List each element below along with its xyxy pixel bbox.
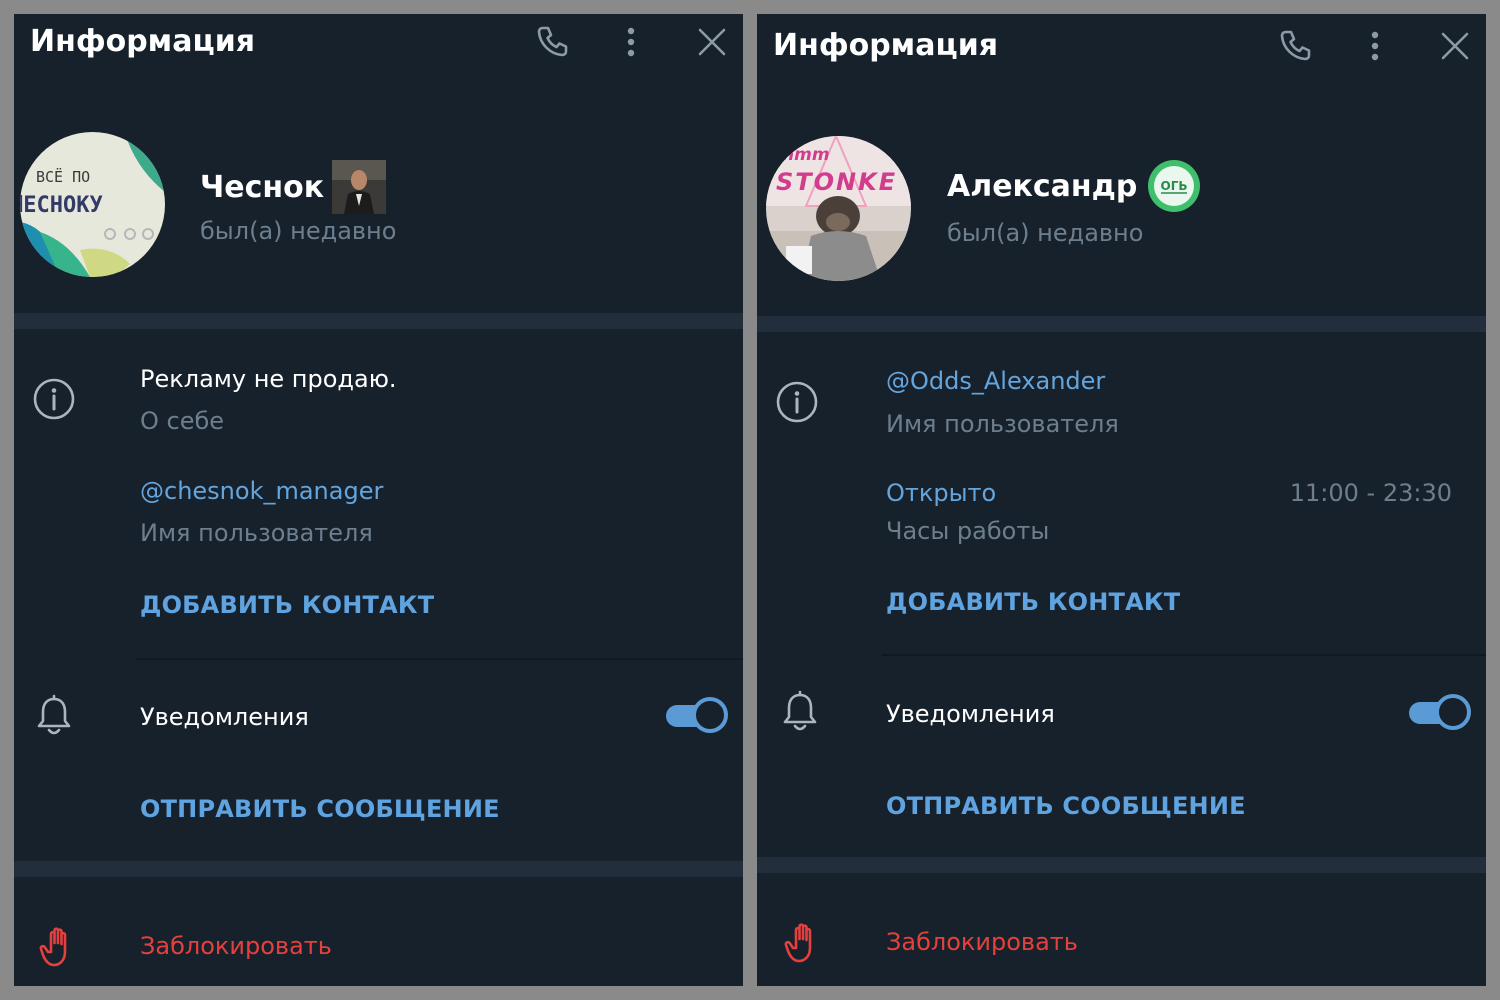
notifications-toggle[interactable] — [1409, 694, 1471, 730]
info-icon — [775, 380, 819, 424]
profile-name: Александр — [947, 168, 1138, 204]
section-separator — [757, 857, 1486, 873]
avatar-text-top: ВСЁ ПО — [36, 167, 90, 186]
avatar-text-bottom: STONKE — [776, 168, 897, 196]
more-vertical-icon[interactable] — [611, 22, 651, 62]
last-seen-status: был(а) недавно — [200, 217, 397, 245]
bell-icon — [780, 690, 820, 734]
notifications-label: Уведомления — [886, 700, 1055, 728]
business-hours-label: Часы работы — [886, 517, 1050, 545]
name-row: Александр ОГЬ — [947, 159, 1201, 213]
about-value: Рекламу не продаю. — [140, 365, 397, 393]
divider — [882, 654, 1486, 656]
close-icon[interactable] — [1435, 26, 1475, 66]
profile-name: Чеснок — [200, 169, 325, 205]
notifications-toggle[interactable] — [666, 697, 728, 733]
name-row: Чеснок — [200, 160, 387, 214]
toggle-knob — [1435, 694, 1471, 730]
username-label: Имя пользователя — [140, 519, 373, 547]
emoji-status-icon[interactable] — [332, 160, 387, 214]
phone-icon[interactable] — [532, 22, 572, 62]
last-seen-status: был(а) недавно — [947, 219, 1144, 247]
avatar-text-bottom: ЧЕСНОКУ — [20, 193, 103, 218]
toggle-knob — [692, 697, 728, 733]
send-message-button[interactable]: ОТПРАВИТЬ СООБЩЕНИЕ — [886, 792, 1246, 820]
panel-title: Информация — [30, 24, 255, 59]
info-icon — [32, 377, 76, 421]
more-vertical-icon[interactable] — [1355, 26, 1395, 66]
add-contact-button[interactable]: ДОБАВИТЬ КОНТАКТ — [140, 591, 434, 619]
hand-stop-icon[interactable] — [38, 924, 78, 968]
left-profile-panel: Информация ВСЁ ПО ЧЕСНОКУ — [14, 14, 743, 986]
bell-icon — [34, 694, 74, 738]
profile-header: ВСЁ ПО ЧЕСНОКУ Чеснок был(а) недавно — [14, 114, 743, 314]
username-label: Имя пользователя — [886, 410, 1119, 438]
panel-header: Информация — [757, 14, 1486, 94]
avatar[interactable]: ВСЁ ПО ЧЕСНОКУ — [20, 132, 165, 277]
business-hours-status[interactable]: Открыто — [886, 479, 996, 507]
send-message-button[interactable]: ОТПРАВИТЬ СООБЩЕНИЕ — [140, 795, 500, 823]
business-hours-range: 11:00 - 23:30 — [1289, 479, 1452, 507]
emoji-status-icon[interactable]: ОГЬ — [1147, 159, 1201, 213]
panel-title: Информация — [773, 28, 998, 63]
divider — [136, 658, 743, 660]
phone-icon[interactable] — [1275, 26, 1315, 66]
block-user-button[interactable]: Заблокировать — [140, 932, 332, 960]
about-label: О себе — [140, 407, 225, 435]
avatar-text-top: hmm — [782, 145, 830, 165]
panel-header: Информация — [14, 14, 743, 94]
add-contact-button[interactable]: ДОБАВИТЬ КОНТАКТ — [886, 588, 1180, 616]
block-user-button[interactable]: Заблокировать — [886, 928, 1078, 956]
right-profile-panel: Информация hmm STONKE Александр ОГЬ был(… — [757, 14, 1486, 986]
section-separator — [14, 313, 743, 329]
emoji-status-text: ОГЬ — [1161, 179, 1188, 193]
close-icon[interactable] — [692, 22, 732, 62]
username-value[interactable]: @Odds_Alexander — [886, 367, 1105, 395]
username-value[interactable]: @chesnok_manager — [140, 477, 383, 505]
section-separator — [757, 316, 1486, 332]
profile-header: hmm STONKE Александр ОГЬ был(а) недавно — [757, 118, 1486, 318]
hand-stop-icon[interactable] — [783, 920, 823, 964]
section-separator — [14, 861, 743, 877]
avatar[interactable]: hmm STONKE — [766, 136, 911, 281]
notifications-label: Уведомления — [140, 703, 309, 731]
